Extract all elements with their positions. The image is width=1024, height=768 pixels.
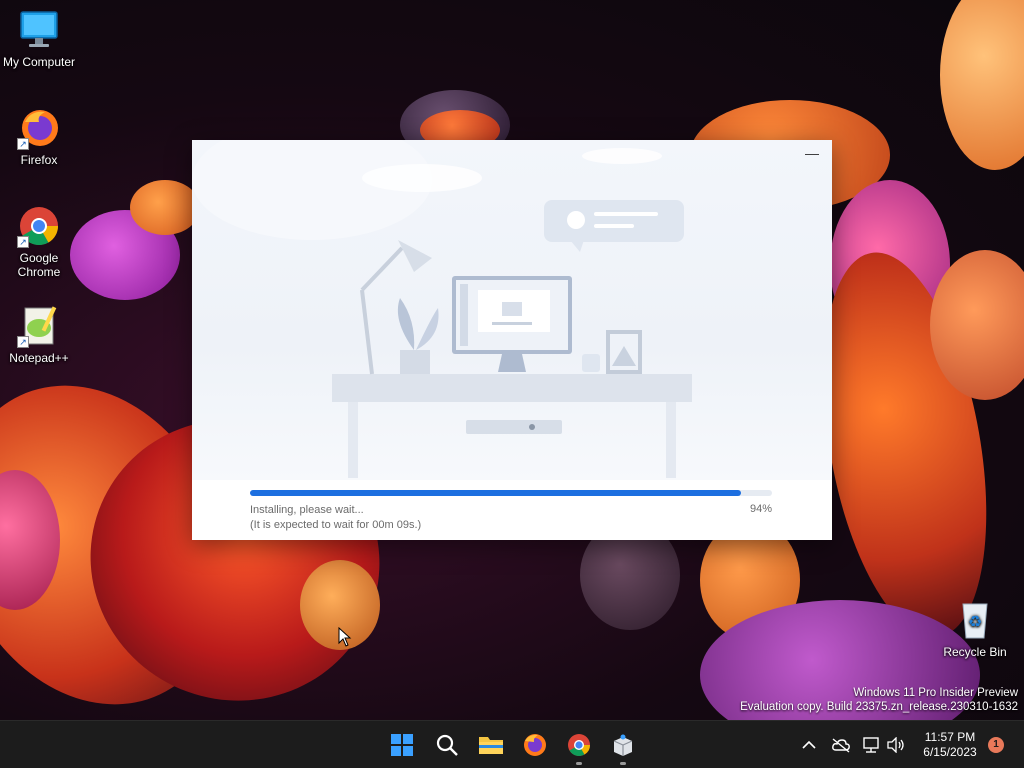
- minimize-button[interactable]: —: [800, 146, 824, 166]
- watermark-line: Evaluation copy. Build 23375.zn_release.…: [740, 701, 1018, 713]
- progress-fill: [250, 490, 741, 496]
- taskbar-clock[interactable]: 11:57 PM 6/15/2023: [918, 730, 982, 760]
- desktop-icon-label: Firefox: [20, 153, 58, 167]
- desktop-icon-recycle-bin[interactable]: ♻ Recycle Bin: [936, 598, 1014, 659]
- recycle-bin-icon: ♻: [953, 598, 997, 642]
- speaker-icon: [887, 737, 904, 753]
- shortcut-arrow-icon: ↗: [17, 236, 29, 248]
- desktop-icon-label: Recycle Bin: [943, 645, 1007, 659]
- svg-text:♻: ♻: [968, 612, 982, 631]
- desktop-icon-label: My Computer: [2, 55, 76, 69]
- firefox-icon: ↗: [17, 106, 61, 150]
- clock-time: 11:57 PM: [924, 730, 976, 744]
- shortcut-arrow-icon: ↗: [17, 138, 29, 150]
- search-button[interactable]: [431, 729, 463, 761]
- firefox-icon: [524, 734, 546, 756]
- cloud-offline-icon: [832, 738, 850, 753]
- network-tray-button[interactable]: [862, 735, 882, 755]
- desktop-icon-notepadpp[interactable]: ↗ Notepad++: [0, 304, 78, 365]
- monitor-icon: [17, 8, 61, 52]
- desktop-icon-google-chrome[interactable]: ↗ Google Chrome: [0, 204, 78, 279]
- progress-bar: [250, 490, 772, 496]
- running-indicator: [620, 762, 626, 765]
- installer-window[interactable]: — Installing, please wait... (It is expe…: [192, 120, 832, 540]
- status-line: Installing, please wait...: [250, 504, 364, 516]
- shortcut-arrow-icon: ↗: [17, 336, 29, 348]
- volume-tray-button[interactable]: [886, 735, 906, 755]
- chevron-up-icon: [802, 740, 816, 749]
- watermark-line: Windows 11 Pro Insider Preview: [853, 687, 1018, 699]
- installer-app-icon: [613, 734, 633, 756]
- desktop-icon-firefox[interactable]: ↗ Firefox: [0, 106, 78, 167]
- running-indicator: [576, 762, 582, 765]
- notification-badge[interactable]: 1: [988, 737, 1004, 753]
- progress-percent: 94%: [749, 503, 772, 515]
- desktop-icon-label: Google Chrome: [17, 251, 61, 279]
- start-button[interactable]: [386, 729, 418, 761]
- taskbar: 11:57 PM 6/15/2023 1: [0, 720, 1024, 768]
- installer-taskbar-button[interactable]: [607, 729, 639, 765]
- chrome-icon: [568, 734, 590, 756]
- show-hidden-icons-button[interactable]: [799, 735, 819, 755]
- file-explorer-button[interactable]: [475, 729, 507, 761]
- onedrive-tray-button[interactable]: [831, 735, 851, 755]
- search-icon: [436, 734, 458, 756]
- chrome-icon: ↗: [17, 204, 61, 248]
- clock-date: 6/15/2023: [923, 745, 977, 759]
- start-icon: [391, 734, 413, 756]
- notepadpp-icon: ↗: [17, 304, 61, 348]
- chrome-taskbar-button[interactable]: [563, 729, 595, 765]
- network-icon: [863, 737, 879, 753]
- eta-line: (It is expected to wait for 00m 09s.): [250, 519, 422, 531]
- install-status: Installing, please wait... (It is expect…: [250, 503, 421, 533]
- desktop-icon-my-computer[interactable]: My Computer: [0, 8, 78, 69]
- mouse-cursor-icon: [338, 626, 352, 652]
- desktop-icon-label: Notepad++: [9, 351, 69, 365]
- firefox-taskbar-button[interactable]: [519, 729, 551, 761]
- installer-illustration: [192, 120, 832, 480]
- file-explorer-icon: [479, 737, 503, 754]
- windows-watermark: Windows 11 Pro Insider Preview Evaluatio…: [740, 686, 1018, 714]
